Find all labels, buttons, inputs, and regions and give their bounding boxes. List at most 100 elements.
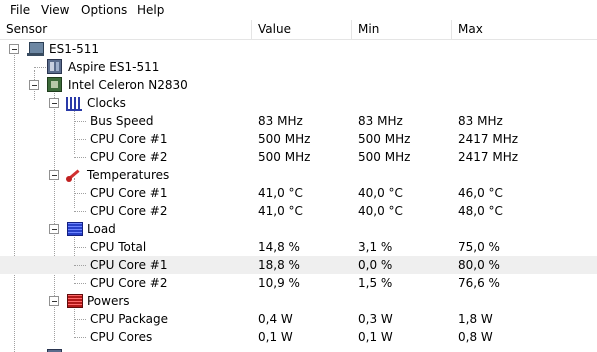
cpu-icon: [47, 77, 62, 92]
row-label: Powers: [87, 294, 130, 308]
sensor-name: CPU Core #2: [90, 276, 168, 290]
sensor-max: 1,8 W: [458, 312, 493, 326]
sensor-max: 83 MHz: [458, 114, 503, 128]
tree-row-clocks[interactable]: Clocks: [0, 94, 597, 112]
sensor-max: 48,0 °C: [458, 204, 503, 218]
sensor-value: 0,1 W: [258, 330, 293, 344]
computer-icon: [27, 42, 44, 56]
sensor-value: 500 MHz: [258, 132, 311, 146]
sensor-row[interactable]: CPU Cores 0,1 W 0,1 W 0,8 W: [0, 328, 597, 346]
sensor-name: CPU Package: [90, 312, 168, 326]
menu-help[interactable]: Help: [133, 2, 168, 18]
row-label: Aspire ES1-511: [68, 60, 160, 74]
sensor-row[interactable]: CPU Core #2 10,9 % 1,5 % 76,6 %: [0, 274, 597, 292]
row-label: Load: [87, 222, 116, 236]
sensor-value: 83 MHz: [258, 114, 303, 128]
tree-line: [74, 247, 86, 248]
column-header: Sensor Value Min Max: [0, 20, 597, 40]
tree-line: [74, 139, 86, 140]
column-value[interactable]: Value: [252, 20, 352, 39]
motherboard-icon: [47, 59, 62, 74]
tree-row-powers[interactable]: Powers: [0, 292, 597, 310]
collapse-icon[interactable]: [49, 98, 59, 108]
column-min[interactable]: Min: [352, 20, 452, 39]
tree-line: [74, 283, 86, 284]
thermometer-icon: [66, 167, 82, 183]
sensor-row[interactable]: CPU Core #2 500 MHz 500 MHz 2417 MHz: [0, 148, 597, 166]
sensor-value: 41,0 °C: [258, 186, 303, 200]
collapse-icon[interactable]: [49, 224, 59, 234]
tree-line: [74, 319, 86, 320]
sensor-name: Bus Speed: [90, 114, 154, 128]
row-label: Intel Celeron N2830: [68, 78, 188, 92]
load-icon: [67, 222, 83, 236]
menu-file[interactable]: File: [6, 2, 34, 18]
sensor-min: 83 MHz: [358, 114, 403, 128]
sensor-name: CPU Core #2: [90, 150, 168, 164]
sensor-row[interactable]: Bus Speed 83 MHz 83 MHz 83 MHz: [0, 112, 597, 130]
power-icon: [67, 294, 83, 308]
sensor-min: 0,1 W: [358, 330, 393, 344]
tree-line: [74, 121, 86, 122]
sensor-value: 41,0 °C: [258, 204, 303, 218]
sensor-value: 18,8 %: [258, 258, 300, 272]
row-label: Temperatures: [87, 168, 170, 182]
sensor-name: CPU Core #2: [90, 204, 168, 218]
clock-icon: [66, 97, 82, 111]
sensor-value: 0,4 W: [258, 312, 293, 326]
tree-line: [74, 211, 86, 212]
sensor-min: 40,0 °C: [358, 186, 403, 200]
sensor-value: 14,8 %: [258, 240, 300, 254]
sensor-row[interactable]: CPU Core #1 500 MHz 500 MHz 2417 MHz: [0, 130, 597, 148]
column-sensor[interactable]: Sensor: [0, 20, 252, 39]
sensor-max: 0,8 W: [458, 330, 493, 344]
tree-row-load[interactable]: Load: [0, 220, 597, 238]
row-label: ES1-511: [49, 42, 100, 56]
sensor-row[interactable]: CPU Core #2 41,0 °C 40,0 °C 48,0 °C: [0, 202, 597, 220]
sensor-value: 500 MHz: [258, 150, 311, 164]
tree-row-cpu[interactable]: Intel Celeron N2830: [0, 76, 597, 94]
tree-row-temperatures[interactable]: Temperatures: [0, 166, 597, 184]
sensor-name: CPU Core #1: [90, 132, 168, 146]
sensor-tree: ES1-511 Aspire ES1-511 Intel Celeron N28…: [0, 40, 597, 352]
tree-line: [34, 67, 46, 68]
tree-row-computer[interactable]: ES1-511: [0, 40, 597, 58]
row-label: Clocks: [87, 96, 126, 110]
sensor-name: CPU Core #1: [90, 258, 168, 272]
sensor-min: 1,5 %: [358, 276, 393, 290]
sensor-max: 75,0 %: [458, 240, 500, 254]
sensor-min: 40,0 °C: [358, 204, 403, 218]
collapse-icon[interactable]: [9, 44, 19, 54]
tree-line: [74, 157, 86, 158]
menu-options[interactable]: Options: [77, 2, 131, 18]
sensor-name: CPU Cores: [90, 330, 153, 344]
sensor-name: CPU Core #1: [90, 186, 168, 200]
sensor-row[interactable]: CPU Package 0,4 W 0,3 W 1,8 W: [0, 310, 597, 328]
sensor-name: CPU Total: [90, 240, 147, 254]
menu-bar: File View Options Help: [0, 0, 597, 21]
sensor-max: 76,6 %: [458, 276, 500, 290]
tree-line: [74, 265, 86, 266]
column-max[interactable]: Max: [452, 20, 597, 39]
sensor-min: 500 MHz: [358, 132, 411, 146]
sensor-max: 2417 MHz: [458, 150, 519, 164]
sensor-max: 2417 MHz: [458, 132, 519, 146]
sensor-min: 500 MHz: [358, 150, 411, 164]
sensor-max: 80,0 %: [458, 258, 500, 272]
collapse-icon[interactable]: [49, 170, 59, 180]
sensor-min: 3,1 %: [358, 240, 393, 254]
sensor-min: 0,3 W: [358, 312, 393, 326]
tree-line: [74, 193, 86, 194]
tree-row-mainboard[interactable]: Aspire ES1-511: [0, 58, 597, 76]
collapse-icon[interactable]: [49, 296, 59, 306]
sensor-row-hovered[interactable]: CPU Core #1 18,8 % 0,0 % 80,0 %: [0, 256, 597, 274]
collapse-icon[interactable]: [29, 80, 39, 90]
tree-row-partial[interactable]: [0, 346, 597, 352]
sensor-max: 46,0 °C: [458, 186, 503, 200]
sensor-row[interactable]: CPU Total 14,8 % 3,1 % 75,0 %: [0, 238, 597, 256]
menu-view[interactable]: View: [37, 2, 73, 18]
tree-line: [74, 337, 86, 338]
sensor-min: 0,0 %: [358, 258, 393, 272]
sensor-row[interactable]: CPU Core #1 41,0 °C 40,0 °C 46,0 °C: [0, 184, 597, 202]
sensor-value: 10,9 %: [258, 276, 300, 290]
